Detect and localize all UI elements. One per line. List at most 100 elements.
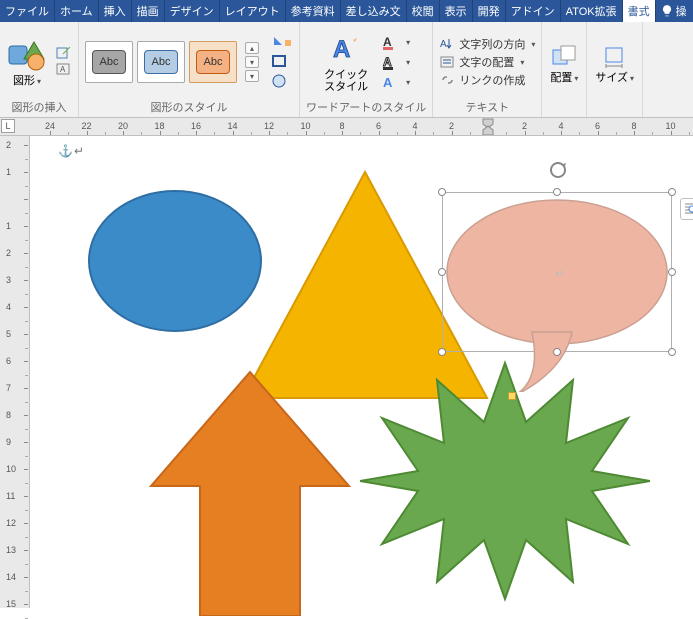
text-fill-button[interactable]: A▾ (380, 33, 410, 51)
hruler-label: 6 (376, 121, 381, 131)
tab-view[interactable]: 表示 (440, 0, 473, 22)
group-shapes-insert-label: 図形の挿入 (12, 98, 67, 116)
tab-home[interactable]: ホーム (55, 0, 99, 22)
resize-handle-s[interactable] (553, 348, 561, 356)
hruler-label: 24 (45, 121, 55, 131)
create-link-button[interactable]: リンクの作成 (439, 72, 535, 88)
shape-pink-callout[interactable]: ↵ (442, 192, 672, 392)
page-canvas[interactable]: ⚓ ↵ ↵ (30, 136, 693, 608)
shape-effects-icon[interactable] (271, 73, 293, 89)
group-wordart-styles: A クイック スタイル A▾ A▾ A▾ ワードアートのスタイル (300, 22, 433, 117)
anchor-icon: ⚓ (58, 144, 73, 158)
hruler-label: 12 (264, 121, 274, 131)
arrange-icon (551, 43, 577, 69)
group-text: A 文字列の方向▾ 文字の配置▾ リンクの作成 テキスト (433, 22, 542, 117)
hruler-label: 10 (300, 121, 310, 131)
quick-styles-label: クイック スタイル (324, 69, 368, 93)
group-shape-styles: Abc Abc Abc ▴ ▾ ▾ 図形のスタイル (79, 22, 300, 117)
paragraph-mark-icon: ↵ (74, 144, 84, 158)
insert-shapes-button[interactable]: 図形▾ (6, 35, 48, 90)
hruler-label: 4 (412, 121, 417, 131)
tab-draw[interactable]: 描画 (132, 0, 165, 22)
text-align-label: 文字の配置 (459, 54, 514, 70)
resize-handle-e[interactable] (668, 268, 676, 276)
shape-fill-icon[interactable] (271, 35, 293, 51)
gallery-down-icon[interactable]: ▾ (245, 56, 259, 68)
resize-handle-nw[interactable] (438, 188, 446, 196)
shape-style-gallery[interactable]: Abc Abc Abc (85, 41, 237, 83)
svg-text:A: A (333, 36, 350, 63)
hruler-label: 6 (595, 121, 600, 131)
text-direction-button[interactable]: A 文字列の方向▾ (439, 36, 535, 52)
rotation-handle[interactable] (548, 160, 568, 180)
horizontal-ruler[interactable]: 24222018161412108642246810 (0, 118, 693, 136)
resize-handle-ne[interactable] (668, 188, 676, 196)
text-align-icon (439, 55, 455, 69)
tab-mailings[interactable]: 差し込み文 (341, 0, 407, 22)
group-text-label: テキスト (466, 98, 510, 116)
text-box-icon[interactable]: A (56, 63, 72, 77)
indent-marker[interactable] (482, 118, 494, 136)
text-outline-button[interactable]: A▾ (380, 53, 410, 71)
shapes-combo-icon (8, 37, 46, 73)
tab-design[interactable]: デザイン (165, 0, 220, 22)
vruler-label: 6 (6, 356, 11, 366)
vertical-ruler[interactable]: 21123456789101112131415 (0, 136, 30, 608)
tab-format[interactable]: 書式 (623, 0, 656, 22)
vruler-label: 1 (6, 221, 11, 231)
svg-text:A: A (383, 35, 392, 49)
group-arrange: 配置▾ (542, 22, 587, 117)
text-align-button[interactable]: 文字の配置▾ (439, 54, 535, 70)
gallery-more-icon[interactable]: ▾ (245, 70, 259, 82)
tab-file[interactable]: ファイル (0, 0, 55, 22)
gallery-up-icon[interactable]: ▴ (245, 42, 259, 54)
svg-text:A: A (440, 39, 447, 50)
hruler-label: 4 (558, 121, 563, 131)
svg-text:↵: ↵ (555, 268, 564, 280)
shape-style-3[interactable]: Abc (189, 41, 237, 83)
quick-styles-button[interactable]: A クイック スタイル (322, 29, 370, 95)
group-shapes-insert: 図形▾ A 図形の挿入 (0, 22, 79, 117)
vruler-label: 8 (6, 410, 11, 420)
vruler-label: 4 (6, 302, 11, 312)
tab-layout[interactable]: レイアウト (220, 0, 286, 22)
adjust-handle[interactable] (508, 392, 516, 400)
resize-handle-w[interactable] (438, 268, 446, 276)
vruler-label: 2 (6, 248, 11, 258)
vruler-label: 2 (6, 140, 11, 150)
resize-handle-sw[interactable] (438, 348, 446, 356)
layout-options-button[interactable] (680, 198, 693, 220)
shape-orange-arrow[interactable] (145, 366, 355, 616)
resize-handle-se[interactable] (668, 348, 676, 356)
svg-text:A: A (383, 55, 392, 69)
tab-references[interactable]: 参考資料 (286, 0, 341, 22)
vruler-label: 5 (6, 329, 11, 339)
ruler-corner[interactable]: L (1, 119, 15, 133)
vruler-label: 9 (6, 437, 11, 447)
tell-me-label: 操 (676, 3, 687, 19)
vruler-label: 1 (6, 167, 11, 177)
svg-text:A: A (60, 65, 66, 74)
tab-atok[interactable]: ATOK拡張 (561, 0, 623, 22)
hruler-label: 10 (665, 121, 675, 131)
hruler-label: 22 (81, 121, 91, 131)
vruler-label: 3 (6, 275, 11, 285)
size-button[interactable]: サイズ▾ (593, 41, 636, 87)
shape-style-1[interactable]: Abc (85, 41, 133, 83)
hruler-label: 8 (631, 121, 636, 131)
shape-style-2[interactable]: Abc (137, 41, 185, 83)
tab-addins[interactable]: アドイン (506, 0, 561, 22)
tab-developer[interactable]: 開発 (473, 0, 506, 22)
shape-outline-icon[interactable] (271, 54, 293, 70)
resize-handle-n[interactable] (553, 188, 561, 196)
arrange-button[interactable]: 配置▾ (548, 41, 580, 87)
layout-options-icon (683, 201, 693, 217)
arrange-label: 配置 (550, 72, 572, 84)
tab-review[interactable]: 校閲 (407, 0, 440, 22)
hruler-label: 14 (227, 121, 237, 131)
edit-shape-icon[interactable] (56, 47, 72, 61)
tell-me[interactable]: 操 (656, 0, 691, 22)
size-icon (602, 43, 628, 69)
text-effects-button[interactable]: A▾ (380, 73, 410, 91)
tab-insert[interactable]: 挿入 (99, 0, 132, 22)
